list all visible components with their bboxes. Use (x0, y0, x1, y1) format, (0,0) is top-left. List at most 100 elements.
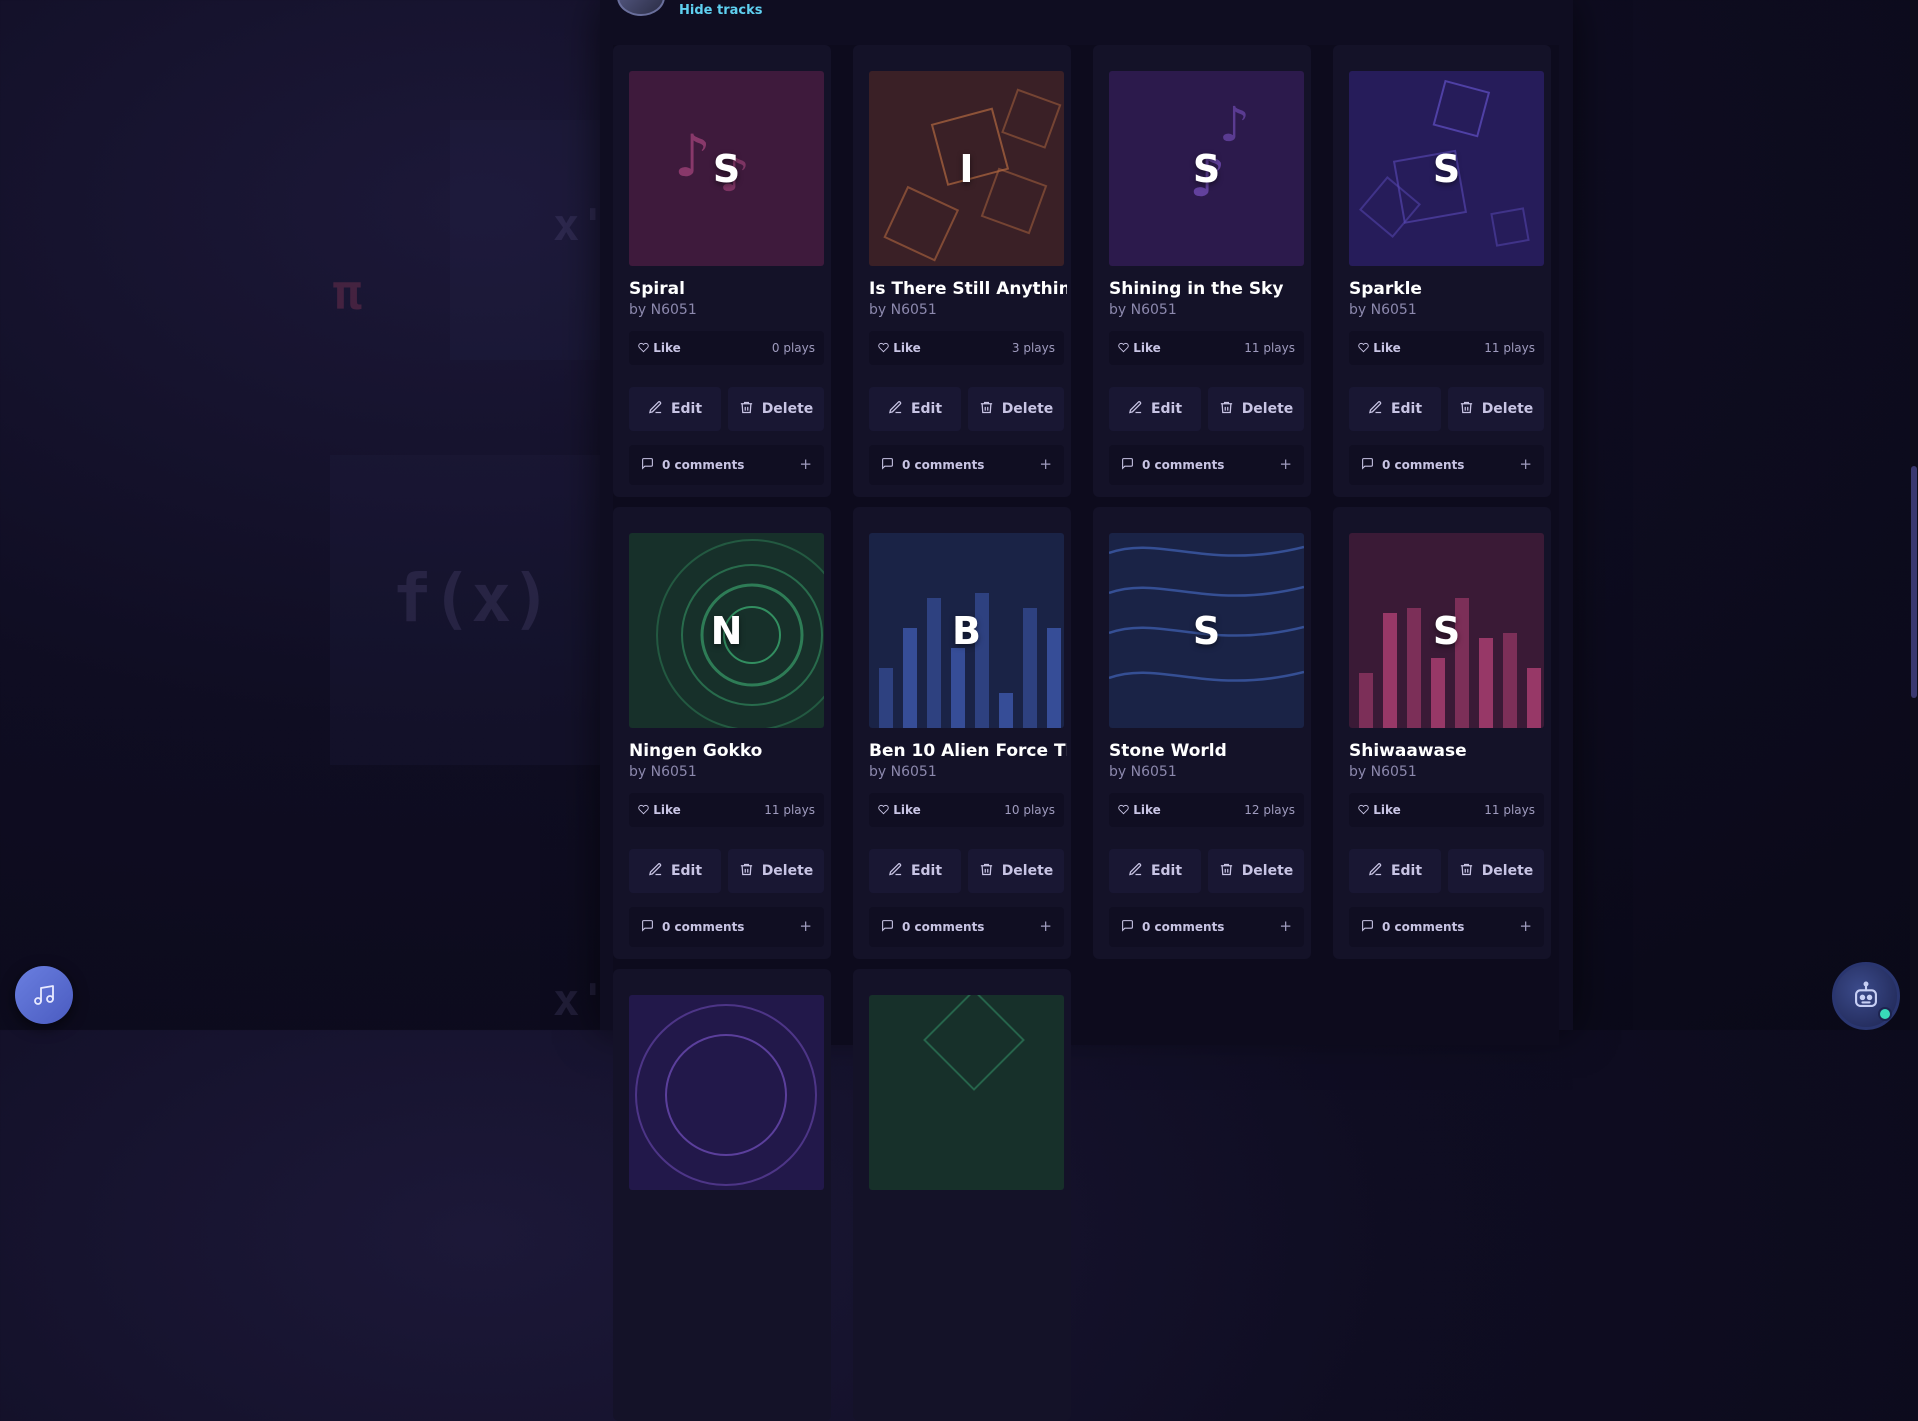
add-comment-button[interactable]: + (1279, 917, 1292, 935)
track-cover[interactable]: S (1349, 533, 1544, 728)
edit-button[interactable]: Edit (1109, 849, 1201, 893)
comments-row[interactable]: 0 comments + (1349, 907, 1544, 947)
comments-toggle[interactable]: 0 comments (1121, 919, 1224, 935)
heart-icon (638, 803, 649, 817)
like-row: Like 11 plays (1349, 793, 1544, 827)
like-button[interactable]: Like (1358, 803, 1401, 817)
delete-button[interactable]: Delete (1448, 849, 1544, 893)
track-title[interactable]: Spiral (629, 279, 827, 299)
comments-toggle[interactable]: 0 comments (1121, 457, 1224, 473)
edit-button[interactable]: Edit (1349, 387, 1441, 431)
add-comment-button[interactable]: + (1519, 917, 1532, 935)
cover-letter: N (710, 608, 743, 653)
delete-button[interactable]: Delete (1448, 387, 1544, 431)
edit-button[interactable]: Edit (869, 387, 961, 431)
add-comment-button[interactable]: + (799, 455, 812, 473)
track-title[interactable]: Stone World (1109, 741, 1307, 761)
track-title[interactable]: Shiwaawase (1349, 741, 1547, 761)
comments-toggle[interactable]: 0 comments (641, 457, 744, 473)
track-title[interactable]: Shining in the Sky (1109, 279, 1307, 299)
delete-button[interactable]: Delete (728, 387, 824, 431)
delete-button[interactable]: Delete (1208, 387, 1304, 431)
track-artist: by N6051 (869, 764, 937, 780)
like-label: Like (1133, 803, 1161, 817)
hide-tracks-link[interactable]: Hide tracks (679, 3, 762, 18)
track-cover[interactable]: B (869, 533, 1064, 728)
comment-icon (641, 457, 654, 473)
track-card[interactable]: ♪ ♪ S Shining in the Sky by N6051 Like 1… (1093, 45, 1311, 497)
like-button[interactable]: Like (638, 341, 681, 355)
track-cover[interactable]: ♪ ♪ S (1109, 71, 1304, 266)
play-count: 10 plays (1004, 803, 1055, 817)
comment-icon (881, 919, 894, 935)
comments-toggle[interactable]: 0 comments (881, 457, 984, 473)
cover-letter: I (959, 146, 974, 191)
add-comment-button[interactable]: + (1039, 455, 1052, 473)
add-comment-button[interactable]: + (1279, 455, 1292, 473)
track-cover[interactable]: N (629, 533, 824, 728)
like-label: Like (893, 341, 921, 355)
delete-button[interactable]: Delete (728, 849, 824, 893)
track-card[interactable]: B Ben 10 Alien Force Th... by N6051 Like… (853, 507, 1071, 959)
comments-row[interactable]: 0 comments + (1109, 445, 1304, 485)
like-row: Like 11 plays (1349, 331, 1544, 365)
comments-toggle[interactable]: 0 comments (881, 919, 984, 935)
edit-button[interactable]: Edit (629, 849, 721, 893)
delete-button[interactable]: Delete (1208, 849, 1304, 893)
track-cover[interactable]: ♪ ♪ S (629, 71, 824, 266)
add-comment-button[interactable]: + (1039, 917, 1052, 935)
comments-count: 0 comments (902, 458, 985, 472)
track-title[interactable]: Is There Still Anythin... (869, 279, 1067, 299)
track-card[interactable]: N Ningen Gokko by N6051 Like 11 plays Ed… (613, 507, 831, 959)
track-card[interactable]: S Shiwaawase by N6051 Like 11 plays Edit… (1333, 507, 1551, 959)
like-button[interactable]: Like (878, 803, 921, 817)
track-card[interactable] (853, 969, 1071, 1421)
edit-label: Edit (1390, 401, 1423, 417)
comments-toggle[interactable]: 0 comments (1361, 457, 1464, 473)
delete-button[interactable]: Delete (968, 387, 1064, 431)
like-button[interactable]: Like (638, 803, 681, 817)
like-label: Like (653, 341, 681, 355)
like-button[interactable]: Like (1118, 341, 1161, 355)
comments-row[interactable]: 0 comments + (1109, 907, 1304, 947)
edit-button[interactable]: Edit (1349, 849, 1441, 893)
track-title[interactable]: Sparkle (1349, 279, 1547, 299)
trash-icon (1459, 400, 1474, 419)
track-title[interactable]: Ningen Gokko (629, 741, 827, 761)
comments-toggle[interactable]: 0 comments (641, 919, 744, 935)
track-card[interactable]: S Sparkle by N6051 Like 11 plays Edit De… (1333, 45, 1551, 497)
track-cover[interactable]: I (869, 71, 1064, 266)
comments-row[interactable]: 0 comments + (1349, 445, 1544, 485)
comments-row[interactable]: 0 comments + (869, 445, 1064, 485)
delete-button[interactable]: Delete (968, 849, 1064, 893)
like-button[interactable]: Like (1358, 341, 1401, 355)
like-button[interactable]: Like (878, 341, 921, 355)
scrollbar-thumb[interactable] (1911, 466, 1917, 698)
track-title[interactable]: Ben 10 Alien Force Th... (869, 741, 1067, 761)
track-card[interactable]: S Stone World by N6051 Like 12 plays Edi… (1093, 507, 1311, 959)
track-cover[interactable]: S (1109, 533, 1304, 728)
comments-toggle[interactable]: 0 comments (1361, 919, 1464, 935)
cover-letter: S (1192, 146, 1221, 191)
edit-button[interactable]: Edit (869, 849, 961, 893)
track-card[interactable]: ♪ ♪ S Spiral by N6051 Like 0 plays Edit … (613, 45, 831, 497)
like-button[interactable]: Like (1118, 803, 1161, 817)
comments-row[interactable]: 0 comments + (869, 907, 1064, 947)
track-card[interactable]: I Is There Still Anythin... by N6051 Lik… (853, 45, 1071, 497)
track-card[interactable] (613, 969, 831, 1421)
track-artist: by N6051 (629, 302, 697, 318)
trash-icon (739, 862, 754, 881)
edit-button[interactable]: Edit (629, 387, 721, 431)
delete-label: Delete (1481, 401, 1534, 417)
assistant-button[interactable] (1832, 962, 1900, 1030)
track-cover[interactable]: S (1349, 71, 1544, 266)
track-cover[interactable] (869, 995, 1064, 1190)
edit-button[interactable]: Edit (1109, 387, 1201, 431)
add-comment-button[interactable]: + (799, 917, 812, 935)
track-cover[interactable] (629, 995, 824, 1190)
music-player-button[interactable] (15, 966, 73, 1024)
comments-row[interactable]: 0 comments + (629, 445, 824, 485)
track-artist: by N6051 (1109, 764, 1177, 780)
comments-row[interactable]: 0 comments + (629, 907, 824, 947)
add-comment-button[interactable]: + (1519, 455, 1532, 473)
